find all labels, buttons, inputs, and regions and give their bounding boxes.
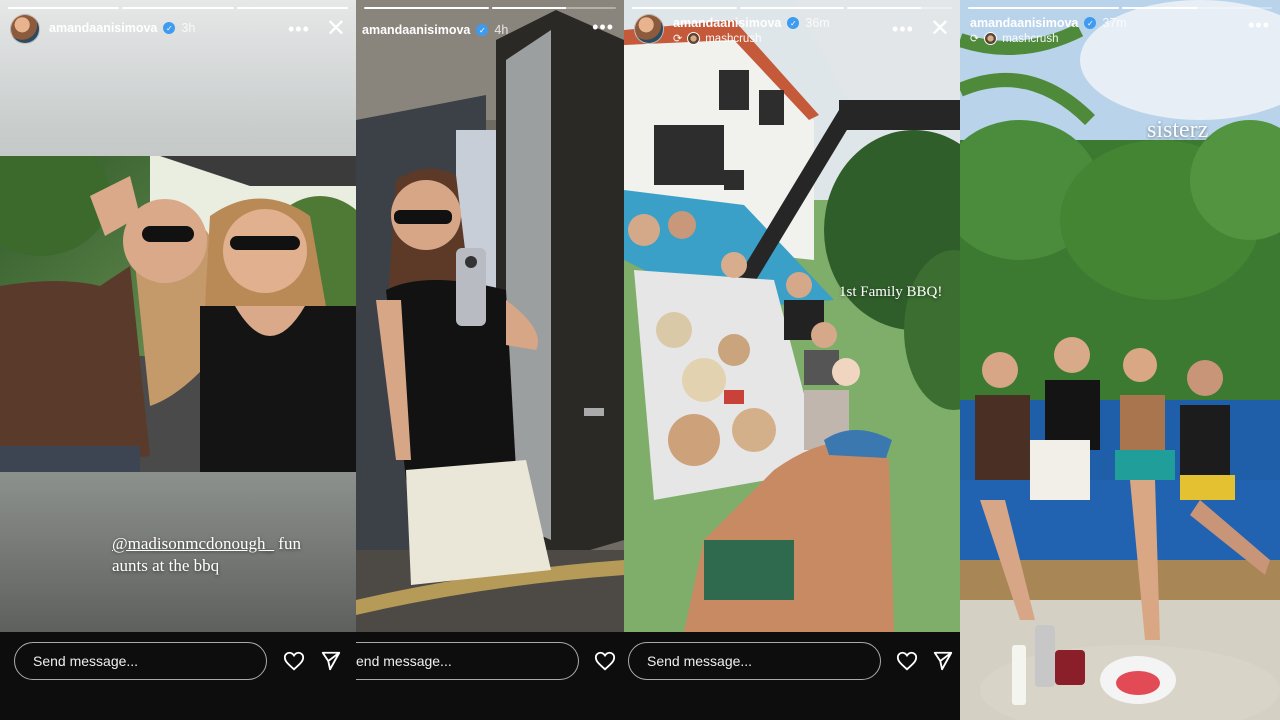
progress-segment xyxy=(8,7,120,9)
selfie-photo-graphic xyxy=(0,156,356,472)
username[interactable]: amandaanisimova xyxy=(673,16,781,30)
repost-attribution[interactable]: ⟳ mashcrush xyxy=(970,32,1127,45)
close-icon[interactable]: ✕ xyxy=(326,17,346,41)
progress-segment xyxy=(491,7,616,9)
username[interactable]: amandaanisimova xyxy=(970,16,1078,30)
verified-badge-icon: ✓ xyxy=(163,22,176,34)
story-footer: Send message... xyxy=(624,632,960,720)
mirror-selfie-photo-graphic xyxy=(356,0,624,632)
repost-avatar xyxy=(984,32,998,45)
more-options-icon[interactable]: ••• xyxy=(892,20,914,38)
send-message-input[interactable]: end message... xyxy=(356,642,579,680)
verified-badge-icon: ✓ xyxy=(1084,17,1097,29)
progress-segment xyxy=(236,7,348,9)
repost-username[interactable]: mashcrush xyxy=(1002,33,1058,45)
story-header: amandaanisimova ✓ 4h ••• xyxy=(360,14,614,50)
story-header: amandaanisimova ✓ 37m ⟳ mashcrush ••• xyxy=(970,14,1270,50)
sisters-photo-graphic xyxy=(960,0,1280,720)
story-footer: Send message... xyxy=(0,632,356,720)
story-progress xyxy=(968,7,1272,9)
family-bbq-photo-graphic xyxy=(624,0,960,632)
story-progress xyxy=(364,7,616,9)
story-caption: 1st Family BBQ! xyxy=(839,284,943,300)
username[interactable]: amandaanisimova xyxy=(49,21,157,35)
post-time: 37m xyxy=(1102,16,1127,30)
heart-icon[interactable] xyxy=(896,650,918,672)
story-media[interactable]: @madisonmcdonough_ fun aunts at the bbq xyxy=(0,0,356,632)
more-options-icon[interactable]: ••• xyxy=(288,20,310,38)
send-message-input[interactable]: Send message... xyxy=(628,642,881,680)
send-icon[interactable] xyxy=(320,650,342,672)
repost-avatar xyxy=(687,32,701,45)
send-message-input[interactable]: Send message... xyxy=(14,642,267,680)
send-icon[interactable] xyxy=(932,650,954,672)
story-panel-2[interactable]: amandaanisimova ✓ 4h ••• end message... xyxy=(356,0,624,720)
progress-segment xyxy=(122,7,234,9)
avatar[interactable] xyxy=(10,14,40,44)
story-photo xyxy=(0,156,356,472)
avatar[interactable] xyxy=(634,14,664,44)
username[interactable]: amandaanisimova xyxy=(362,23,470,37)
progress-segment xyxy=(632,7,737,9)
progress-segment xyxy=(1121,7,1272,9)
progress-segment xyxy=(968,7,1119,9)
story-caption: sisterz xyxy=(1147,117,1209,143)
repost-icon: ⟳ xyxy=(970,33,980,45)
caption-text-line2: aunts at the bbq xyxy=(112,556,220,575)
post-time: 3h xyxy=(181,21,196,35)
story-media[interactable] xyxy=(356,0,624,632)
progress-segment xyxy=(364,7,489,9)
post-time: 4h xyxy=(494,23,509,37)
caption-text: fun xyxy=(274,534,301,553)
heart-icon[interactable] xyxy=(594,650,616,672)
close-icon[interactable]: ✕ xyxy=(930,17,950,41)
mention-link[interactable]: @madisonmcdonough_ xyxy=(112,534,274,553)
progress-segment xyxy=(739,7,845,9)
story-media[interactable]: sisterz xyxy=(960,0,1280,720)
story-panel-3[interactable]: 1st Family BBQ! amandaanisimova ✓ 36m ⟳ … xyxy=(624,0,960,720)
story-panel-4[interactable]: sisterz amandaanisimova ✓ 37m ⟳ mashcrus… xyxy=(960,0,1280,720)
story-header: amandaanisimova ✓ 3h ••• ✕ xyxy=(10,14,346,50)
story-panel-1[interactable]: @madisonmcdonough_ fun aunts at the bbq … xyxy=(0,0,356,720)
story-caption: @madisonmcdonough_ fun aunts at the bbq xyxy=(112,533,301,577)
repost-attribution[interactable]: ⟳ mashcrush xyxy=(673,32,830,45)
verified-badge-icon: ✓ xyxy=(476,24,489,36)
story-header: amandaanisimova ✓ 36m ⟳ mashcrush ••• ✕ xyxy=(634,14,950,50)
repost-username[interactable]: mashcrush xyxy=(705,33,761,45)
story-progress xyxy=(8,7,348,9)
story-footer: end message... xyxy=(356,632,624,720)
story-media[interactable]: 1st Family BBQ! xyxy=(624,0,960,632)
post-time: 36m xyxy=(805,16,830,30)
heart-icon[interactable] xyxy=(283,650,305,672)
story-progress xyxy=(632,7,953,9)
more-options-icon[interactable]: ••• xyxy=(592,18,614,36)
verified-badge-icon: ✓ xyxy=(787,17,800,29)
more-options-icon[interactable]: ••• xyxy=(1248,16,1270,34)
repost-icon: ⟳ xyxy=(673,33,683,45)
progress-segment xyxy=(847,7,953,9)
